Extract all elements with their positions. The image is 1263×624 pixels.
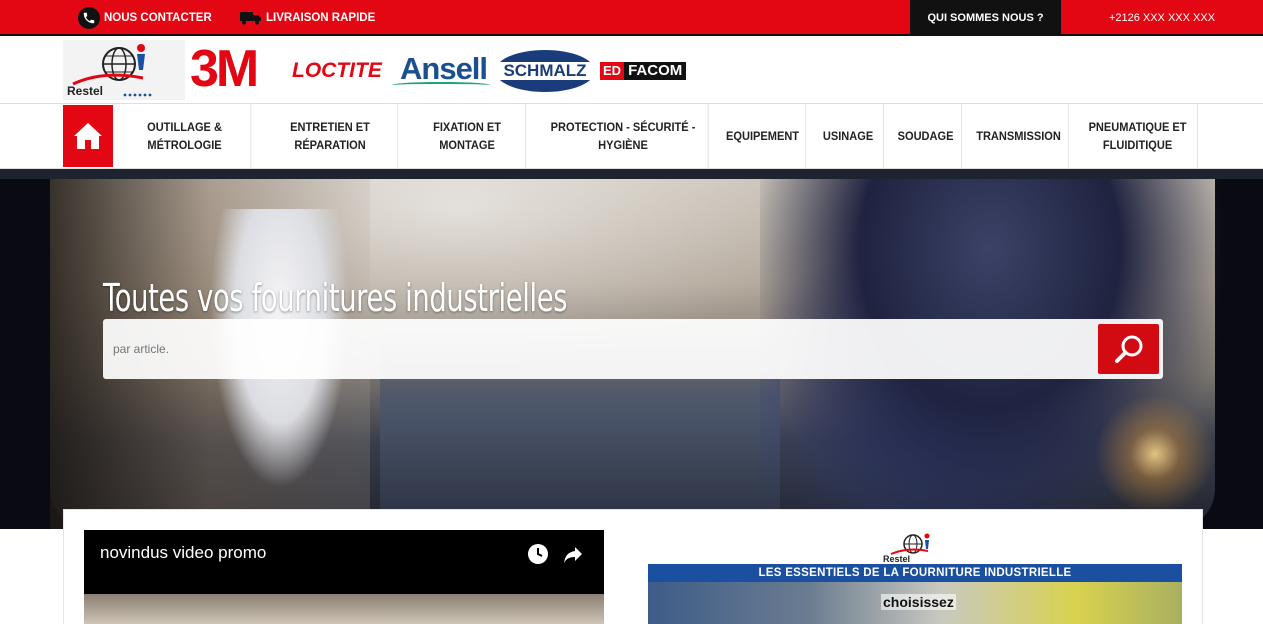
- nav-item-transmission[interactable]: TRANSMISSION: [969, 104, 1069, 168]
- nav-label-line1: PNEUMATIQUE ET: [1088, 120, 1187, 134]
- nav-label-line2: FLUIDITIQUE: [1102, 138, 1173, 152]
- nav-item-usinage[interactable]: USINAGE: [813, 104, 884, 168]
- dark-strip: [0, 169, 1263, 179]
- nav-label-line2: MÉTROLOGIE: [147, 138, 222, 152]
- nav-item-entretien[interactable]: ENTRETIEN ET RÉPARATION: [263, 104, 399, 168]
- restel-logo[interactable]: Restel: [63, 40, 185, 100]
- promo-banner-text: LES ESSENTIELS DE LA FOURNITURE INDUSTRI…: [648, 564, 1182, 582]
- video-title[interactable]: novindus video promo: [100, 543, 266, 563]
- nav-item-pneumatique[interactable]: PNEUMATIQUE ET FLUIDITIQUE: [1078, 104, 1198, 168]
- nav-item-fixation[interactable]: FIXATION ET MONTAGE: [409, 104, 526, 168]
- promo-logo-name: Restel: [883, 554, 911, 564]
- video-thumbnail[interactable]: [84, 594, 604, 624]
- brand-schmalz-logo[interactable]: SCHMALZ: [495, 50, 595, 92]
- phone-icon: [78, 7, 100, 29]
- hero-banner: Toutes vos fournitures industrielles: [0, 179, 1263, 529]
- promo-restel-logo: Restel: [883, 532, 943, 564]
- nav-item-outillage[interactable]: OUTILLAGE & MÉTROLOGIE: [119, 104, 252, 168]
- home-icon: [74, 123, 102, 149]
- search-input[interactable]: [113, 335, 1073, 363]
- video-player[interactable]: novindus video promo: [84, 530, 604, 624]
- hero-sparks-image: [1080, 389, 1230, 519]
- nav-label-line1: FIXATION ET: [433, 120, 501, 134]
- ansell-swoosh: [392, 82, 490, 88]
- phone-number[interactable]: +2126 XXX XXX XXX: [1061, 0, 1263, 35]
- facom-label: FACOM: [624, 62, 687, 80]
- nav-label: TRANSMISSION: [976, 129, 1061, 143]
- delivery-link[interactable]: LIVRAISON RAPIDE: [240, 7, 375, 29]
- restel-name: Restel: [67, 84, 104, 98]
- nav-label-line1: PROTECTION - SÉCURITÉ -: [550, 120, 696, 134]
- hero-headline: Toutes vos fournitures industrielles: [103, 276, 568, 320]
- top-bar: NOUS CONTACTER LIVRAISON RAPIDE QUI SOMM…: [0, 0, 1263, 36]
- search-bar: [103, 319, 1163, 379]
- brand-3m-logo[interactable]: 3M: [190, 43, 259, 95]
- nav-label: EQUIPEMENT: [726, 129, 800, 143]
- facom-prefix: ED: [600, 62, 625, 80]
- share-icon[interactable]: [562, 543, 584, 565]
- search-icon: [1114, 335, 1142, 363]
- promo-choose-text: choisissez: [881, 594, 956, 610]
- brand-facom-logo[interactable]: ED FACOM: [600, 62, 687, 80]
- nav-label-line2: HYGIÈNE: [598, 138, 648, 152]
- brand-loctite-logo[interactable]: LOCTITE: [292, 59, 382, 83]
- about-us-link[interactable]: QUI SOMMES NOUS ?: [910, 0, 1061, 35]
- nav-item-protection[interactable]: PROTECTION - SÉCURITÉ - HYGIÈNE: [538, 104, 709, 168]
- contact-link[interactable]: NOUS CONTACTER: [78, 7, 212, 29]
- nav-label-line1: OUTILLAGE &: [147, 120, 222, 134]
- contact-label: NOUS CONTACTER: [104, 12, 212, 24]
- nav-label-line2: RÉPARATION: [294, 138, 366, 152]
- schmalz-label: SCHMALZ: [495, 62, 595, 80]
- nav-label: SOUDAGE: [897, 129, 954, 143]
- clock-icon[interactable]: [527, 543, 549, 565]
- search-button[interactable]: [1098, 324, 1159, 374]
- nav-label-line2: MONTAGE: [439, 138, 495, 152]
- nav-label-line1: ENTRETIEN ET: [290, 120, 370, 134]
- main-nav: OUTILLAGE & MÉTROLOGIE ENTRETIEN ET RÉPARA…: [0, 104, 1263, 169]
- nav-label: USINAGE: [822, 129, 874, 143]
- delivery-label: LIVRAISON RAPIDE: [266, 12, 376, 24]
- brand-row: Restel 3M LOCTITE Ansell SCHMALZ ED FACO…: [0, 38, 1263, 104]
- nav-item-equipement[interactable]: EQUIPEMENT: [720, 104, 807, 168]
- truck-icon: [240, 11, 262, 25]
- home-button[interactable]: [63, 105, 113, 167]
- promo-banner[interactable]: Restel LES ESSENTIELS DE LA FOURNITURE I…: [648, 530, 1182, 624]
- nav-item-soudage[interactable]: SOUDAGE: [890, 104, 962, 168]
